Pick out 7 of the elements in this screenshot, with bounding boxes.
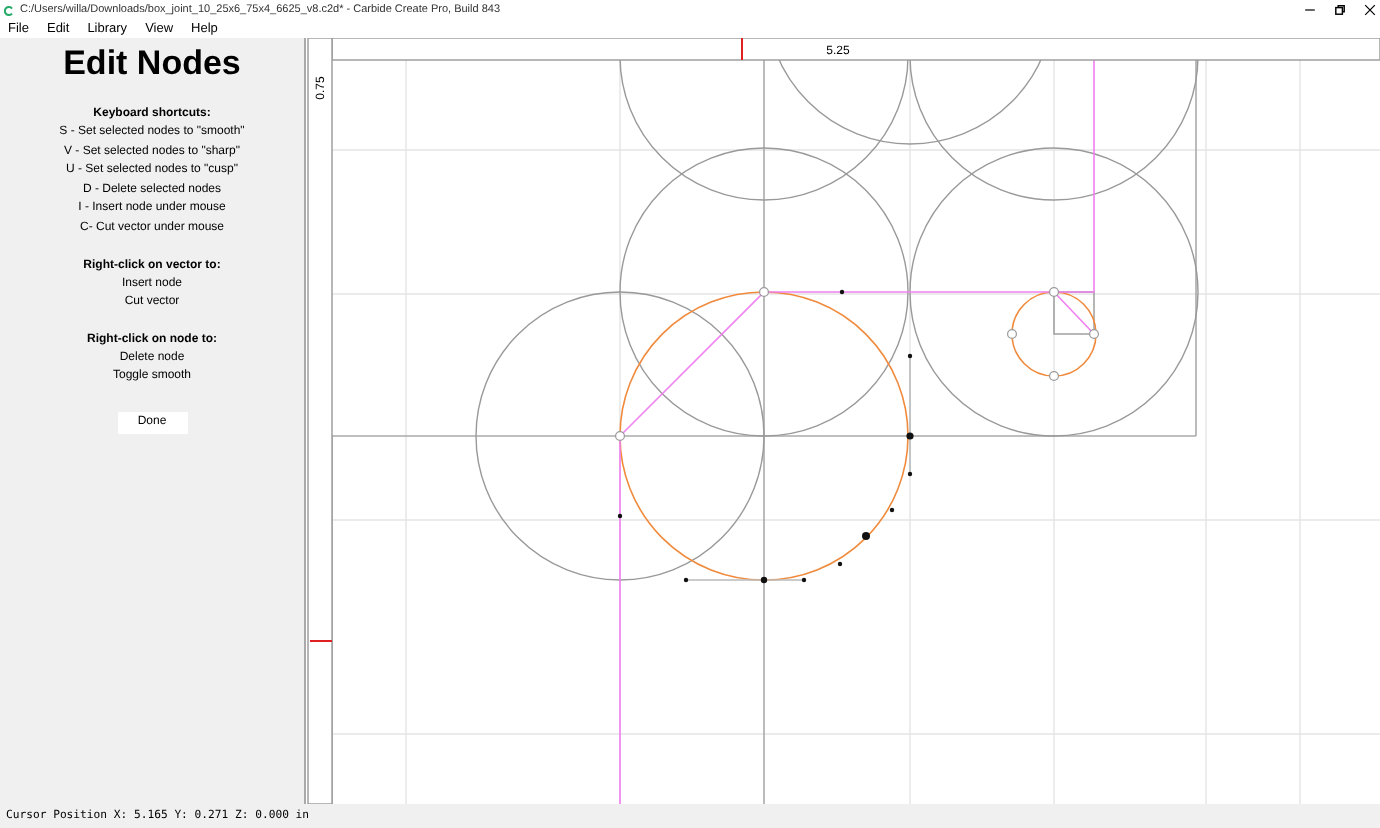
close-icon[interactable] <box>1364 4 1376 16</box>
cursor-marker <box>741 38 743 60</box>
restore-icon[interactable] <box>1334 4 1346 16</box>
cursor-marker <box>310 640 332 642</box>
minimize-icon[interactable] <box>1304 4 1316 16</box>
app-icon <box>4 5 14 15</box>
panel-title: Edit Nodes <box>63 44 241 84</box>
